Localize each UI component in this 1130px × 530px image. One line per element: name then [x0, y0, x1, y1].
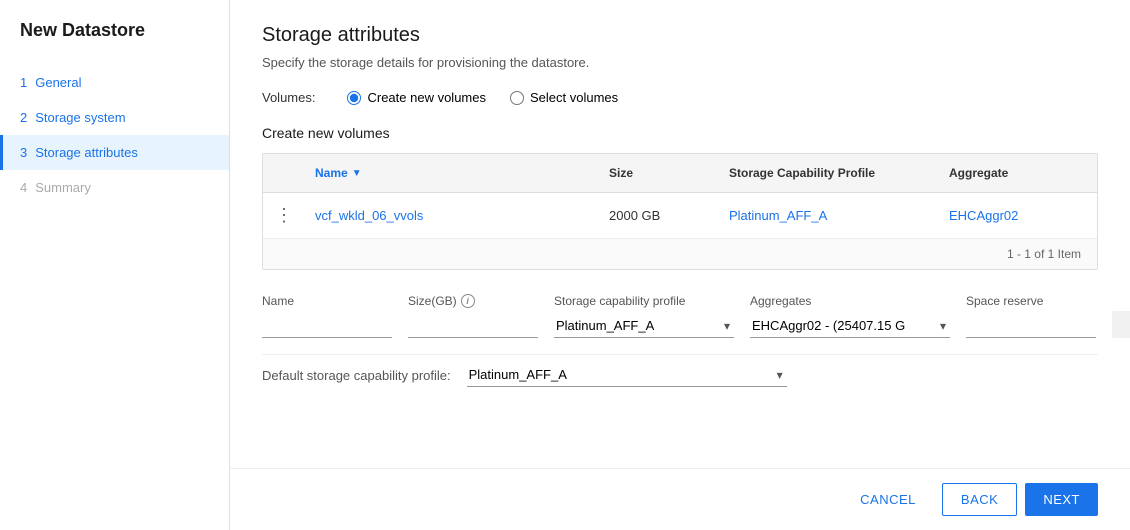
sidebar-item-summary: 4 Summary: [0, 170, 229, 205]
row-aggregate[interactable]: EHCAggr02: [937, 202, 1097, 229]
table-row: ⋮ vcf_wkld_06_vvols 2000 GB Platinum_AFF…: [263, 193, 1097, 239]
create-new-volumes-title: Create new volumes: [262, 125, 1098, 141]
radio-create-new-volumes[interactable]: Create new volumes: [347, 90, 486, 105]
radio-create-input[interactable]: [347, 91, 361, 105]
th-name[interactable]: Name ▼: [303, 162, 597, 184]
table-header: Name ▼ Size Storage Capability Profile A…: [263, 154, 1097, 193]
sidebar-item-general-label: General: [35, 75, 81, 90]
name-field-col: Name: [262, 294, 392, 338]
row-scp[interactable]: Platinum_AFF_A: [717, 202, 937, 229]
radio-select-volumes[interactable]: Select volumes: [510, 90, 618, 105]
th-scp: Storage Capability Profile: [717, 162, 937, 184]
th-drag: [263, 162, 303, 184]
radio-create-label: Create new volumes: [367, 90, 486, 105]
next-button[interactable]: NEXT: [1025, 483, 1098, 516]
size-input[interactable]: [408, 314, 538, 338]
default-profile-row: Default storage capability profile: Plat…: [262, 354, 1098, 387]
aggregates-dropdown-wrapper: EHCAggr02 - (25407.15 G: [750, 314, 950, 338]
page-subtitle: Specify the storage details for provisio…: [262, 55, 1098, 70]
th-aggregate: Aggregate: [937, 162, 1097, 184]
add-volume-form: Name Size(GB) i Storage capability profi…: [262, 294, 1098, 338]
space-reserve-label: Space reserve: [966, 294, 1096, 308]
row-drag-handle[interactable]: ⋮: [263, 199, 303, 232]
app-title: New Datastore: [0, 20, 229, 65]
aggregates-field-col: Aggregates EHCAggr02 - (25407.15 G: [750, 294, 950, 338]
name-field-label: Name: [262, 294, 392, 308]
step-num-2: 2: [20, 110, 27, 125]
volumes-row: Volumes: Create new volumes Select volum…: [262, 90, 1098, 105]
sidebar: New Datastore 1 General 2 Storage system…: [0, 0, 230, 530]
table-pagination: 1 - 1 of 1 Item: [263, 239, 1097, 269]
step-num-4: 4: [20, 180, 27, 195]
size-field-col: Size(GB) i: [408, 294, 538, 338]
back-button[interactable]: BACK: [942, 483, 1017, 516]
sidebar-item-storage-attributes[interactable]: 3 Storage attributes: [0, 135, 229, 170]
aggregates-dropdown[interactable]: EHCAggr02 - (25407.15 G: [750, 314, 950, 338]
page-title: Storage attributes: [262, 24, 1098, 47]
size-field-label: Size(GB) i: [408, 294, 538, 308]
th-size: Size: [597, 162, 717, 184]
sidebar-item-general[interactable]: 1 General: [0, 65, 229, 100]
volumes-table: Name ▼ Size Storage Capability Profile A…: [262, 153, 1098, 270]
scp-dropdown[interactable]: Platinum_AFF_A: [554, 314, 734, 338]
main-content: Storage attributes Specify the storage d…: [230, 0, 1130, 530]
row-name[interactable]: vcf_wkld_06_vvols: [303, 202, 597, 229]
sidebar-item-storage-system[interactable]: 2 Storage system: [0, 100, 229, 135]
sidebar-item-storage-attributes-label: Storage attributes: [35, 145, 138, 160]
space-reserve-field-col: Space reserve Thin: [966, 294, 1096, 338]
default-profile-label: Default storage capability profile:: [262, 368, 451, 383]
radio-select-input[interactable]: [510, 91, 524, 105]
row-size: 2000 GB: [597, 202, 717, 229]
space-reserve-input[interactable]: Thin: [966, 314, 1096, 338]
footer: CANCEL BACK NEXT: [230, 468, 1130, 530]
radio-select-label: Select volumes: [530, 90, 618, 105]
sidebar-item-summary-label: Summary: [35, 180, 91, 195]
sidebar-item-storage-system-label: Storage system: [35, 110, 125, 125]
default-profile-dropdown-wrapper: Platinum_AFF_A: [467, 363, 787, 387]
aggregates-field-label: Aggregates: [750, 294, 950, 308]
step-num-1: 1: [20, 75, 27, 90]
volumes-label: Volumes:: [262, 90, 315, 105]
sort-arrow-icon: ▼: [352, 168, 362, 179]
name-input[interactable]: [262, 314, 392, 338]
default-profile-dropdown[interactable]: Platinum_AFF_A: [467, 363, 787, 387]
scp-dropdown-wrapper: Platinum_AFF_A: [554, 314, 734, 338]
add-button[interactable]: ADD: [1112, 311, 1130, 338]
size-info-icon[interactable]: i: [461, 294, 475, 308]
scp-field-label: Storage capability profile: [554, 294, 734, 308]
scp-field-col: Storage capability profile Platinum_AFF_…: [554, 294, 734, 338]
cancel-button[interactable]: CANCEL: [842, 483, 934, 516]
step-num-3: 3: [20, 145, 27, 160]
